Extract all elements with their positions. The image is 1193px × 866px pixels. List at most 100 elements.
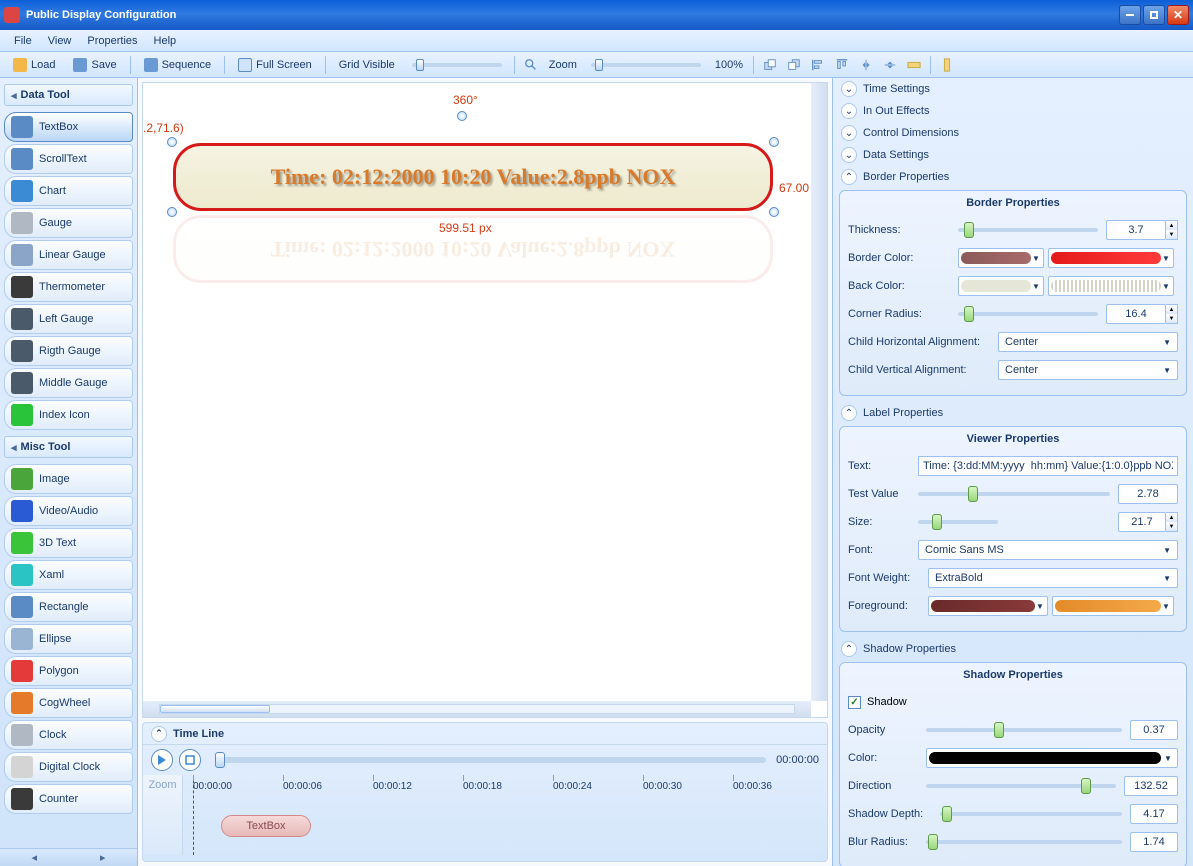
tool-counter[interactable]: Counter [4,784,133,814]
weight-combo[interactable]: ExtraBold▼ [928,568,1178,588]
tool-linear-gauge[interactable]: Linear Gauge [4,240,133,270]
data-tool-header[interactable]: ◂Data Tool [4,84,133,106]
collapse-in-out-effects[interactable]: ⌄In Out Effects [833,100,1193,122]
center-horizontal-icon[interactable] [856,55,876,75]
testvalue-slider[interactable] [918,492,1110,496]
maximize-button[interactable] [1143,5,1165,25]
tool-cogwheel[interactable]: CogWheel [4,688,133,718]
depth-value[interactable]: 4.17 [1130,804,1178,824]
tool-scrolltext[interactable]: ScrollText [4,144,133,174]
depth-slider[interactable] [940,812,1122,816]
direction-value[interactable]: 132.52 [1124,776,1178,796]
timeline-header[interactable]: ⌃Time Line [143,723,827,745]
back-color-2[interactable]: ▼ [1048,276,1174,296]
shadow-checkbox[interactable]: ✓ [848,696,861,709]
menu-file[interactable]: File [6,33,40,49]
zoom-slider[interactable] [591,63,701,67]
align-top-icon[interactable] [832,55,852,75]
canvas-vscroll[interactable] [811,83,827,701]
tool-gauge[interactable]: Gauge [4,208,133,238]
thickness-slider[interactable] [958,228,1098,232]
fullscreen-button[interactable]: Full Screen [231,55,319,75]
opacity-value[interactable]: 0.37 [1130,720,1178,740]
tool-ellipse[interactable]: Ellipse [4,624,133,654]
shadow-color[interactable]: ▼ [926,748,1178,768]
selection-handle[interactable] [769,207,779,217]
opacity-slider[interactable] [926,728,1122,732]
grid-visible-button[interactable]: Grid Visible [332,56,402,74]
bring-forward-icon[interactable] [760,55,780,75]
load-button[interactable]: Load [6,55,62,75]
shadow-properties-header[interactable]: ⌃Shadow Properties [833,638,1193,660]
foreground-1[interactable]: ▼ [928,596,1048,616]
timeline-clip[interactable]: TextBox [221,815,311,837]
selection-handle[interactable] [167,207,177,217]
halign-combo[interactable]: Center▼ [998,332,1178,352]
thickness-spinner[interactable]: ▲▼ [1166,220,1178,240]
border-color-1[interactable]: ▼ [958,248,1044,268]
tool-xaml[interactable]: Xaml [4,560,133,590]
tool-digital-clock[interactable]: Digital Clock [4,752,133,782]
collapse-data-settings[interactable]: ⌄Data Settings [833,144,1193,166]
sequence-button[interactable]: Sequence [137,55,219,75]
ruler-h-icon[interactable] [904,55,924,75]
tool-3d-text[interactable]: 3D Text [4,528,133,558]
center-vertical-icon[interactable] [880,55,900,75]
tool-textbox[interactable]: TextBox [4,112,133,142]
tool-chart[interactable]: Chart [4,176,133,206]
timeline-zoom[interactable]: Zoom [143,775,183,855]
tool-thermometer[interactable]: Thermometer [4,272,133,302]
font-combo[interactable]: Comic Sans MS▼ [918,540,1178,560]
size-slider[interactable] [918,520,998,524]
thickness-value[interactable]: 3.7 [1106,220,1166,240]
foreground-2[interactable]: ▼ [1052,596,1174,616]
radius-slider[interactable] [958,312,1098,316]
radius-spinner[interactable]: ▲▼ [1166,304,1178,324]
canvas-hscroll[interactable] [143,701,811,717]
tool-clock[interactable]: Clock [4,720,133,750]
menu-view[interactable]: View [40,33,80,49]
collapse-control-dimensions[interactable]: ⌄Control Dimensions [833,122,1193,144]
size-value[interactable]: 21.7 [1118,512,1166,532]
tool-polygon[interactable]: Polygon [4,656,133,686]
direction-slider[interactable] [926,784,1116,788]
close-button[interactable]: ✕ [1167,5,1189,25]
size-spinner[interactable]: ▲▼ [1166,512,1178,532]
minimize-button[interactable] [1119,5,1141,25]
zoom-tool-icon[interactable] [521,55,541,75]
tool-left-gauge[interactable]: Left Gauge [4,304,133,334]
collapse-time-settings[interactable]: ⌄Time Settings [833,78,1193,100]
blur-slider[interactable] [926,840,1122,844]
sidebar-next-icon[interactable]: ▸ [69,851,138,864]
selection-handle[interactable] [769,137,779,147]
ruler-v-icon[interactable] [937,55,957,75]
misc-tool-header[interactable]: ◂Misc Tool [4,436,133,458]
stop-button[interactable] [179,749,201,771]
play-button[interactable] [151,749,173,771]
border-properties-header[interactable]: ⌃Border Properties [833,166,1193,188]
back-color-1[interactable]: ▼ [958,276,1044,296]
tool-index-icon[interactable]: Index Icon [4,400,133,430]
menu-help[interactable]: Help [146,33,185,49]
tool-rigth-gauge[interactable]: Rigth Gauge [4,336,133,366]
tool-video-audio[interactable]: Video/Audio [4,496,133,526]
selection-handle[interactable] [167,137,177,147]
valign-combo[interactable]: Center▼ [998,360,1178,380]
menu-properties[interactable]: Properties [79,33,145,49]
align-left-icon[interactable] [808,55,828,75]
timeline-ruler[interactable]: TextBox 00:00:0000:00:0600:00:1200:00:18… [183,775,827,855]
tool-middle-gauge[interactable]: Middle Gauge [4,368,133,398]
radius-value[interactable]: 16.4 [1106,304,1166,324]
blur-value[interactable]: 1.74 [1130,832,1178,852]
timeline-scrubber[interactable] [217,757,766,763]
send-backward-icon[interactable] [784,55,804,75]
sidebar-prev-icon[interactable]: ◂ [0,851,69,864]
grid-slider[interactable] [412,63,502,67]
rotation-handle[interactable] [457,111,467,121]
save-button[interactable]: Save [66,55,123,75]
testvalue-value[interactable]: 2.78 [1118,484,1178,504]
text-input[interactable] [918,456,1178,476]
border-color-2[interactable]: ▼ [1048,248,1174,268]
tool-image[interactable]: Image [4,464,133,494]
textbox-object[interactable]: Time: 02:12:2000 10:20 Value:2.8ppb NOX [173,143,773,211]
